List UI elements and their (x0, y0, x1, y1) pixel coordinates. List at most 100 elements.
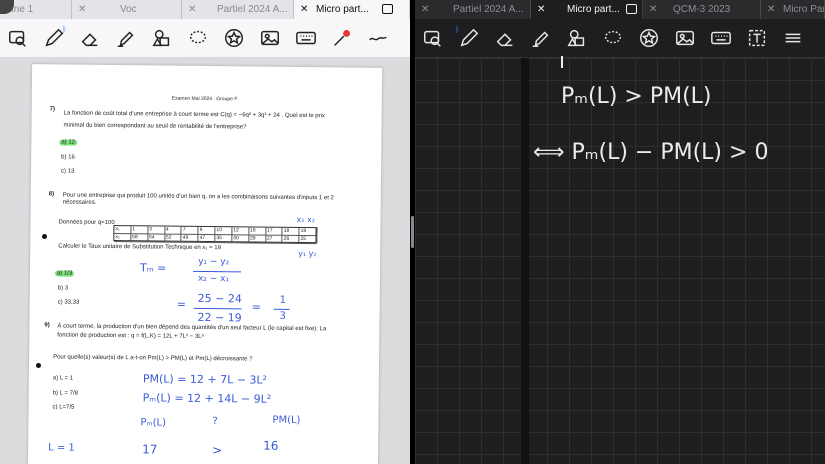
handwritten-formula: Pₘ(L) = 12 + 14L − 9L² (142, 391, 272, 406)
question-text: Calculer le Taux unitaire de Substitutio… (58, 243, 222, 252)
answer-option: b) 3 (57, 285, 69, 292)
bluetooth-icon: ᛒ (62, 25, 67, 34)
answer-option: b) L = 7/8 (52, 390, 79, 397)
pen-icon[interactable]: ᛒ (36, 23, 72, 53)
tab-voc[interactable]: ✕ Voc (72, 0, 182, 19)
image-icon[interactable] (252, 23, 288, 53)
tab-overview-icon[interactable] (382, 4, 393, 14)
tab-label: QCM-3 2023 (673, 4, 731, 15)
tab-qcm-3-2023[interactable]: ✕ QCM-3 2023 (643, 0, 761, 19)
shapes-icon[interactable] (559, 23, 595, 53)
handwritten-formula: 17 (142, 442, 158, 457)
handwritten-formula: = (176, 297, 186, 311)
tab-label: Partiel 2024 A... (453, 4, 524, 15)
close-icon[interactable]: ✕ (188, 0, 196, 19)
margin-dot (36, 363, 41, 368)
tab-label: Micro Par (783, 4, 825, 15)
bluetooth-icon: ᛒ (455, 25, 460, 34)
handwritten-formula: 16 (263, 438, 279, 453)
close-icon[interactable]: ✕ (421, 0, 429, 19)
question-text: nécessaires. (62, 199, 97, 206)
handwritten-inequality: Pₘ(L) > PM(L) (561, 84, 712, 109)
ink-stroke (561, 56, 563, 68)
shapes-icon[interactable] (144, 23, 180, 53)
fraction-bar (273, 308, 290, 310)
read-mode-icon[interactable] (0, 23, 36, 53)
handwritten-formula: Pₘ(L) (140, 417, 167, 429)
split-drag-handle[interactable] (411, 216, 414, 248)
handwritten-annotation: x₁ x₂ (296, 214, 316, 225)
fraction-bar (193, 307, 242, 310)
question-text: À court terme, la production d'un bien d… (57, 323, 327, 333)
handwritten-formula: 22 − 19 (197, 310, 242, 325)
answer-option: c) 13 (61, 168, 75, 175)
tab-micro-part-active[interactable]: ✕ Micro part... (294, 0, 410, 19)
close-icon[interactable]: ✕ (537, 0, 545, 19)
tab-micro-part-active[interactable]: ✕ Micro part... (531, 0, 643, 19)
note-canvas-grid[interactable] (415, 58, 825, 464)
handwritten-formula: = (251, 300, 261, 314)
tab-micro-par[interactable]: ✕ Micro Par (761, 0, 825, 19)
handwritten-formula: L = 1 (48, 442, 75, 454)
more-icon[interactable] (775, 23, 811, 53)
question-text: Pour une entreprise qui produit 100 unit… (62, 192, 334, 202)
handwritten-annotation: y₁ y₂ (298, 248, 317, 259)
tab-label: Partiel 2024 A... (217, 4, 288, 15)
star-icon[interactable] (216, 23, 252, 53)
laser-pointer-icon[interactable] (324, 23, 360, 53)
answer-option: a) L = 1 (52, 375, 74, 382)
close-icon[interactable]: ✕ (300, 0, 308, 19)
handwritten-formula: PM(L) (272, 414, 301, 427)
keyboard-icon[interactable] (703, 23, 739, 53)
highlighter-icon[interactable] (108, 23, 144, 53)
handwritten-formula: 1 (279, 294, 287, 306)
tab-partiel-2024[interactable]: ✕ Partiel 2024 A... (415, 0, 531, 19)
question-number: 8) (48, 191, 55, 198)
handwritten-inequality: ⟺ Pₘ(L) − PM(L) > 0 (533, 140, 769, 165)
close-icon[interactable]: ✕ (78, 0, 86, 19)
question-text: minimal du bien correspondant au seuil d… (63, 122, 247, 131)
pen-icon[interactable]: ᛒ (451, 23, 487, 53)
left-split-pane: aine 1 ✕ Voc ✕ Partiel 2024 A... ✕ Micro… (0, 0, 410, 464)
image-icon[interactable] (667, 23, 703, 53)
right-tab-bar: ✕ Partiel 2024 A... ✕ Micro part... ✕ QC… (415, 0, 825, 19)
tab-label: Voc (120, 4, 137, 15)
data-label: Données pour q=100 (58, 219, 115, 227)
tab-overview-icon[interactable] (626, 4, 637, 14)
handwritten-formula: PM(L) = 12 + 7L − 3L² (142, 372, 268, 387)
fraction-bar (192, 270, 241, 273)
question-text: fonction de production est : q = f(L,K) … (57, 332, 204, 340)
handwritten-formula: x₂ − x₁ (197, 273, 230, 285)
answer-option: c) 33,33 (57, 299, 80, 306)
answer-option: a) 1/3 (54, 270, 75, 277)
question-number: 7) (49, 106, 56, 113)
keyboard-icon[interactable] (288, 23, 324, 53)
eraser-icon[interactable] (72, 23, 108, 53)
eraser-icon[interactable] (487, 23, 523, 53)
exam-page: Examen Mai 2024 . Groupe F 7) La fonctio… (27, 64, 383, 464)
question-text: Pour quelle(s) valeur(s) de L a-t-on Pm(… (53, 354, 253, 363)
close-icon[interactable]: ✕ (767, 0, 775, 19)
question-number: 9) (44, 322, 50, 329)
text-box-icon[interactable] (739, 23, 775, 53)
tab-label: Micro part... (567, 4, 620, 15)
right-toolbar: ᛒ (415, 19, 825, 58)
highlighter-icon[interactable] (523, 23, 559, 53)
more-icon[interactable] (360, 23, 396, 53)
left-tab-bar: aine 1 ✕ Voc ✕ Partiel 2024 A... ✕ Micro… (0, 0, 410, 19)
star-icon[interactable] (631, 23, 667, 53)
answer-option: a) 12 (59, 139, 78, 146)
margin-dot (42, 234, 47, 239)
tab-label: Micro part... (316, 4, 369, 15)
right-split-pane: ✕ Partiel 2024 A... ✕ Micro part... ✕ QC… (415, 0, 825, 464)
close-icon[interactable]: ✕ (649, 0, 657, 19)
page-header: Examen Mai 2024 . Groupe F (171, 95, 238, 103)
tab-partiel-2024[interactable]: ✕ Partiel 2024 A... (182, 0, 294, 19)
lasso-icon[interactable] (180, 23, 216, 53)
handwritten-formula: > (212, 443, 223, 458)
input-combinations-table: x₁ 1 3 4 7 9 10 12 16 17 18 19 x₂ 58 54 52 49 47 35 30 29 27… (113, 225, 318, 245)
handwritten-formula: 3 (279, 310, 286, 322)
lasso-icon[interactable] (595, 23, 631, 53)
read-mode-icon[interactable] (415, 23, 451, 53)
left-toolbar: ᛒ (0, 19, 410, 58)
